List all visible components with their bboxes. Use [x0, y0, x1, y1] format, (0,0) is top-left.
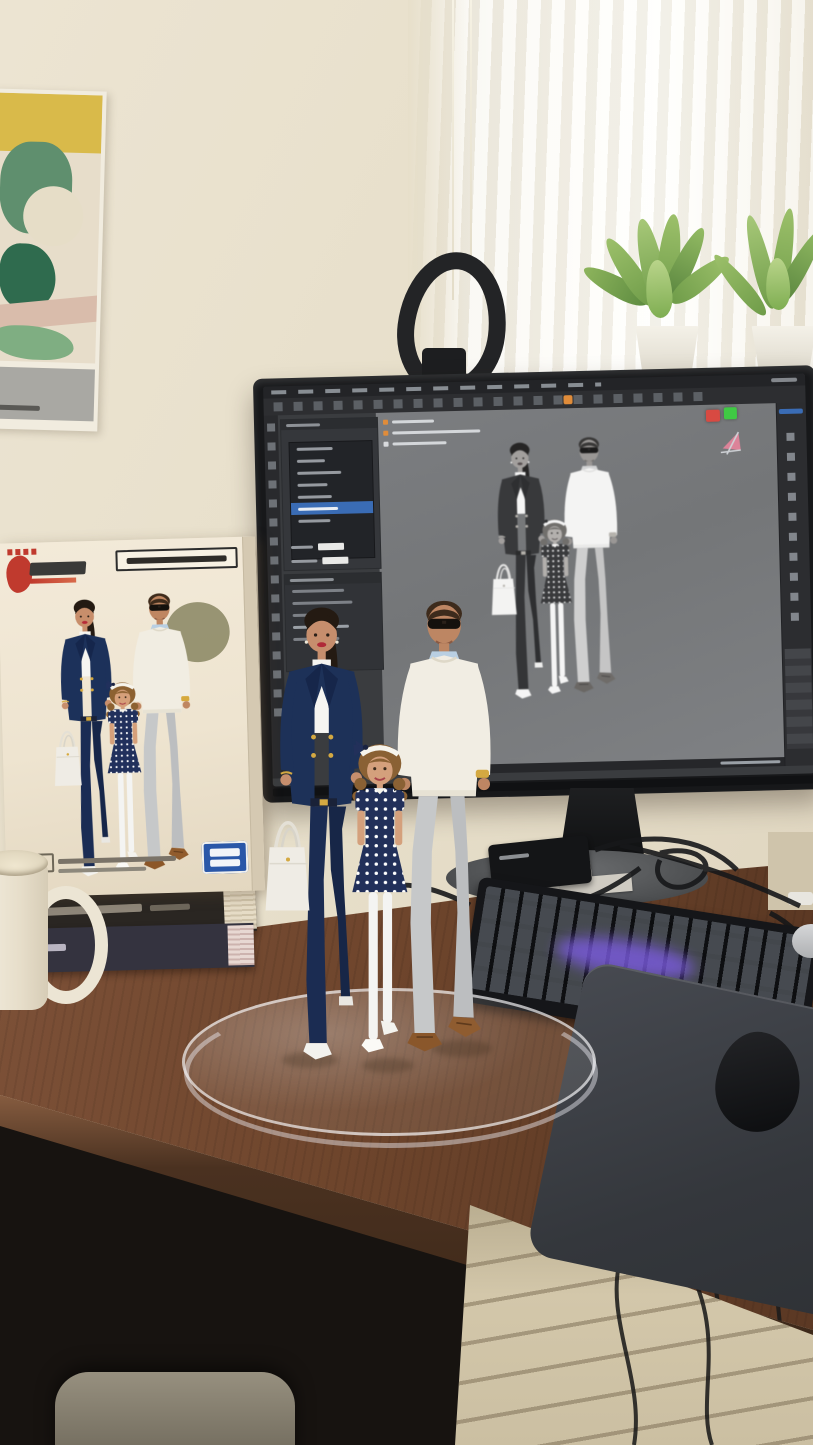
photo-scene [0, 0, 813, 1445]
logo-text-blur [29, 561, 86, 576]
office-chair [55, 1372, 295, 1445]
ceramic-mug [0, 850, 102, 1015]
book-spine-text-blur [150, 904, 190, 912]
logo-underline [30, 577, 76, 583]
box-title-text-blur [127, 555, 227, 564]
box-title-plate [115, 547, 238, 571]
mug-body [0, 858, 48, 1010]
figurine-family [208, 584, 568, 1084]
